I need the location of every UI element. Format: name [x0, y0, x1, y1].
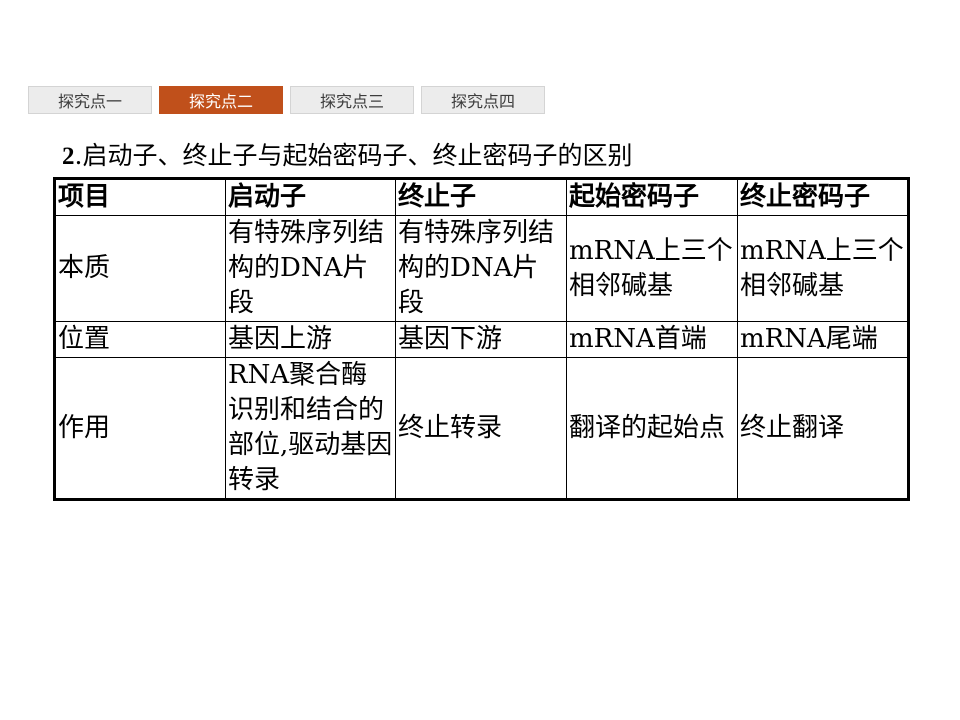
table-cell: mRNA尾端	[737, 321, 909, 358]
table-header-row: 项目 启动子 终止子 起始密码子 终止密码子	[54, 178, 909, 216]
table-cell: 有特殊序列结构的DNA片段	[225, 215, 396, 322]
tab-topic-1[interactable]: 探究点一	[28, 86, 152, 114]
header-cell: 启动子	[225, 178, 396, 216]
table-cell: 终止翻译	[737, 357, 909, 500]
table-row: 位置 基因上游 基因下游 mRNA首端 mRNA尾端	[54, 321, 909, 358]
table-row: 作用 RNA聚合酶识别和结合的部位,驱动基因转录 终止转录 翻译的起始点 终止翻…	[54, 357, 909, 500]
table-cell: 有特殊序列结构的DNA片段	[395, 215, 567, 322]
section-title: .启动子、终止子与起始密码子、终止密码子的区别	[74, 141, 633, 170]
table-cell: 基因上游	[225, 321, 396, 358]
header-cell: 终止密码子	[737, 178, 909, 216]
table-row: 本质 有特殊序列结构的DNA片段 有特殊序列结构的DNA片段 mRNA上三个相邻…	[54, 215, 909, 322]
tab-topic-3[interactable]: 探究点三	[290, 86, 414, 114]
header-cell: 项目	[54, 178, 226, 216]
tab-topic-4[interactable]: 探究点四	[421, 86, 545, 114]
tab-topic-2[interactable]: 探究点二	[159, 86, 283, 114]
table-cell: 翻译的起始点	[566, 357, 738, 500]
comparison-table: 项目 启动子 终止子 起始密码子 终止密码子 本质 有特殊序列结构的DNA片段 …	[53, 177, 910, 501]
row-label-cell: 位置	[54, 321, 226, 358]
header-cell: 起始密码子	[566, 178, 738, 216]
header-cell: 终止子	[395, 178, 567, 216]
table-cell: mRNA上三个相邻碱基	[566, 215, 738, 322]
table-cell: RNA聚合酶识别和结合的部位,驱动基因转录	[225, 357, 396, 500]
row-label-cell: 作用	[54, 357, 226, 500]
table-cell: mRNA上三个相邻碱基	[737, 215, 909, 322]
section-number: 2	[62, 143, 75, 170]
row-label-cell: 本质	[54, 215, 226, 322]
table-cell: 基因下游	[395, 321, 567, 358]
table-cell: mRNA首端	[566, 321, 738, 358]
section-heading: 2.启动子、终止子与起始密码子、终止密码子的区别	[62, 136, 632, 172]
table-cell: 终止转录	[395, 357, 567, 500]
